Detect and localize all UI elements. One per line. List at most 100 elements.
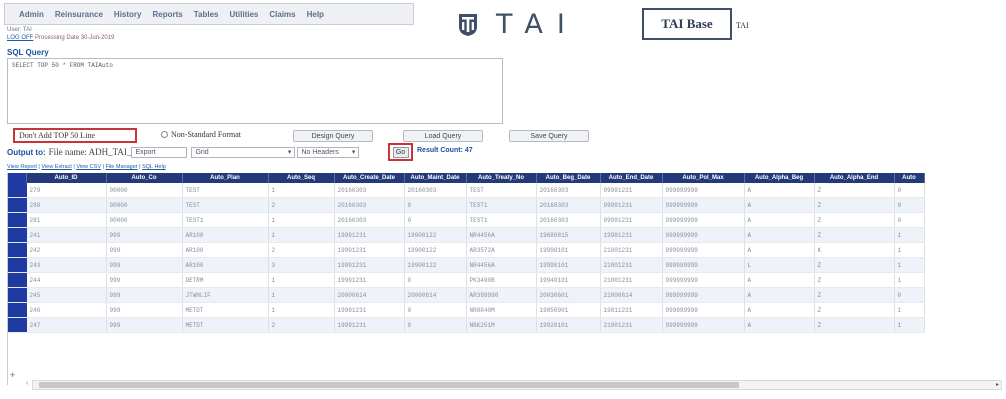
sql-query-textarea[interactable]: SELECT TOP 50 * FROM TAIAuto: [7, 58, 503, 124]
link-view-extract[interactable]: View Extract: [41, 164, 71, 170]
column-header[interactable]: Auto_Plan: [182, 173, 269, 183]
table-cell: TEST: [182, 197, 269, 213]
row-selector[interactable]: [8, 257, 27, 273]
column-header[interactable]: Auto_Treaty_No: [466, 173, 537, 183]
table-cell: 21000614: [600, 287, 663, 303]
table-cell: 281: [26, 212, 107, 228]
headers-select[interactable]: No Headers ▾: [297, 146, 360, 158]
table-row[interactable]: 247 999 METDT 2 19991231 0 NBK251M 19920101 2100…: [8, 317, 925, 333]
table-row[interactable]: 246 999 METDT 1 19991231 0 NR8840M 19850901 1981…: [8, 302, 925, 318]
menu-item-reports[interactable]: Reports: [152, 10, 182, 19]
table-row[interactable]: 242 999 AR100 2 19991231 19900122 AR3572A 19990…: [8, 242, 925, 258]
table-cell: 00000: [106, 212, 183, 228]
design-query-button[interactable]: Design Query: [293, 130, 373, 142]
column-header[interactable]: Auto_Beg_Date: [536, 173, 601, 183]
table-cell: 1: [268, 227, 335, 243]
logoff-link[interactable]: LOG OFF: [7, 35, 33, 41]
table-header-row: Auto_ID Auto_Co Auto_Plan Auto_Seq Auto_Crea…: [8, 173, 925, 183]
menu-item-history[interactable]: History: [114, 10, 142, 19]
table-cell: 1: [894, 227, 925, 243]
menu-item-claims[interactable]: Claims: [269, 10, 295, 19]
table-cell: 999: [106, 257, 183, 273]
save-query-button[interactable]: Save Query: [509, 130, 589, 142]
table-cell: 20160303: [536, 183, 601, 198]
link-sql-help[interactable]: SQL Help: [142, 164, 166, 170]
table-cell: 19900122: [404, 227, 467, 243]
table-cell: 3: [268, 257, 335, 273]
base-side-label: TAI: [736, 21, 749, 30]
column-header[interactable]: Auto_Co: [106, 173, 183, 183]
non-standard-format-option[interactable]: Non-Standard Format: [161, 130, 241, 139]
table-row[interactable]: 281 00000 TEST1 1 20160303 0 TEST1 20160303 9999…: [8, 212, 925, 228]
expand-icon[interactable]: +: [10, 370, 15, 380]
table-row[interactable]: 244 999 DETRM 1 19991231 0 PK3490B 19940101 2100…: [8, 272, 925, 288]
column-header[interactable]: Auto_End_Date: [600, 173, 663, 183]
row-selector[interactable]: [8, 272, 27, 288]
table-cell: 20000614: [404, 287, 467, 303]
table-cell: 999999999: [662, 302, 745, 318]
table-cell: TEST1: [182, 212, 269, 228]
scroll-right-icon[interactable]: ▸: [996, 381, 999, 388]
menu-item-admin[interactable]: Admin: [19, 10, 44, 19]
load-query-button[interactable]: Load Query: [403, 130, 483, 142]
format-select[interactable]: Grid ▾: [191, 146, 296, 158]
table-cell: AR100: [182, 227, 269, 243]
row-selector[interactable]: [8, 227, 27, 243]
table-row[interactable]: 245 999 JTWHLIF 1 20000614 20000614 AR399998 20…: [8, 287, 925, 303]
table-cell: A: [744, 242, 815, 258]
table-cell: Z: [814, 257, 895, 273]
column-header[interactable]: Auto_Alpha_End: [814, 173, 895, 183]
table-cell: 280: [26, 197, 107, 213]
row-selector[interactable]: [8, 197, 27, 213]
table-cell: 1: [894, 242, 925, 258]
radio-icon[interactable]: [161, 131, 168, 138]
table-cell: 99991231: [600, 212, 663, 228]
row-selector[interactable]: [8, 242, 27, 258]
column-header[interactable]: Auto_Alpha_Beg: [744, 173, 815, 183]
row-selector[interactable]: [8, 287, 27, 303]
column-header[interactable]: Auto_Seq: [268, 173, 335, 183]
go-highlight: Go: [388, 143, 413, 161]
link-view-csv[interactable]: View CSV: [76, 164, 101, 170]
horizontal-scrollbar[interactable]: [32, 380, 1002, 390]
row-selector[interactable]: [8, 183, 27, 198]
table-cell: AR100: [182, 257, 269, 273]
table-cell: 20160303: [536, 197, 601, 213]
table-row[interactable]: 280 00000 TEST 2 20160303 0 TEST1 20160303 99991…: [8, 197, 925, 213]
top-n-option[interactable]: Don't Add TOP 50 Line: [13, 128, 137, 143]
menu-item-reinsurance[interactable]: Reinsurance: [55, 10, 103, 19]
table-cell: Z: [814, 197, 895, 213]
column-header[interactable]: Auto_ID: [26, 173, 107, 183]
row-selector[interactable]: [8, 212, 27, 228]
link-view-report[interactable]: View Report: [7, 164, 37, 170]
menu-item-tables[interactable]: Tables: [194, 10, 219, 19]
scrollbar-thumb[interactable]: [39, 382, 739, 388]
menu-item-utilities[interactable]: Utilities: [229, 10, 258, 19]
column-header[interactable]: Auto_Maint_Date: [404, 173, 467, 183]
sql-query-label: SQL Query: [7, 48, 49, 57]
column-header[interactable]: Auto_Pol_Max: [662, 173, 745, 183]
table-row[interactable]: 279 00000 TEST 1 20160303 20160303 TEST 2016030…: [8, 183, 925, 198]
table-cell: 00000: [106, 183, 183, 198]
menu-item-help[interactable]: Help: [307, 10, 324, 19]
row-selector[interactable]: [8, 317, 27, 333]
go-button[interactable]: Go: [392, 146, 409, 158]
table-row[interactable]: 243 999 AR100 3 19991231 19900122 NR4456A 19990…: [8, 257, 925, 273]
output-label: Output to:: [7, 147, 46, 157]
table-cell: L: [744, 257, 815, 273]
row-selector[interactable]: [8, 302, 27, 318]
column-header[interactable]: Auto_Create_Date: [334, 173, 405, 183]
tai-base-button[interactable]: TAI Base: [642, 8, 732, 40]
file-name-input[interactable]: Export: [131, 146, 188, 158]
link-file-manager[interactable]: File Manager: [106, 164, 138, 170]
table-cell: 20030601: [536, 287, 601, 303]
table-cell: 19990101: [536, 242, 601, 258]
headers-value: No Headers: [301, 148, 339, 156]
table-row[interactable]: 241 999 AR100 1 19991231 19900122 NR4456A 19680…: [8, 227, 925, 243]
table-cell: 20160303: [334, 197, 405, 213]
scroll-left-icon[interactable]: ‹: [26, 380, 28, 387]
table-cell: 244: [26, 272, 107, 288]
table-cell: A: [744, 317, 815, 333]
table-cell: 2: [268, 242, 335, 258]
column-header[interactable]: Auto: [894, 173, 925, 183]
